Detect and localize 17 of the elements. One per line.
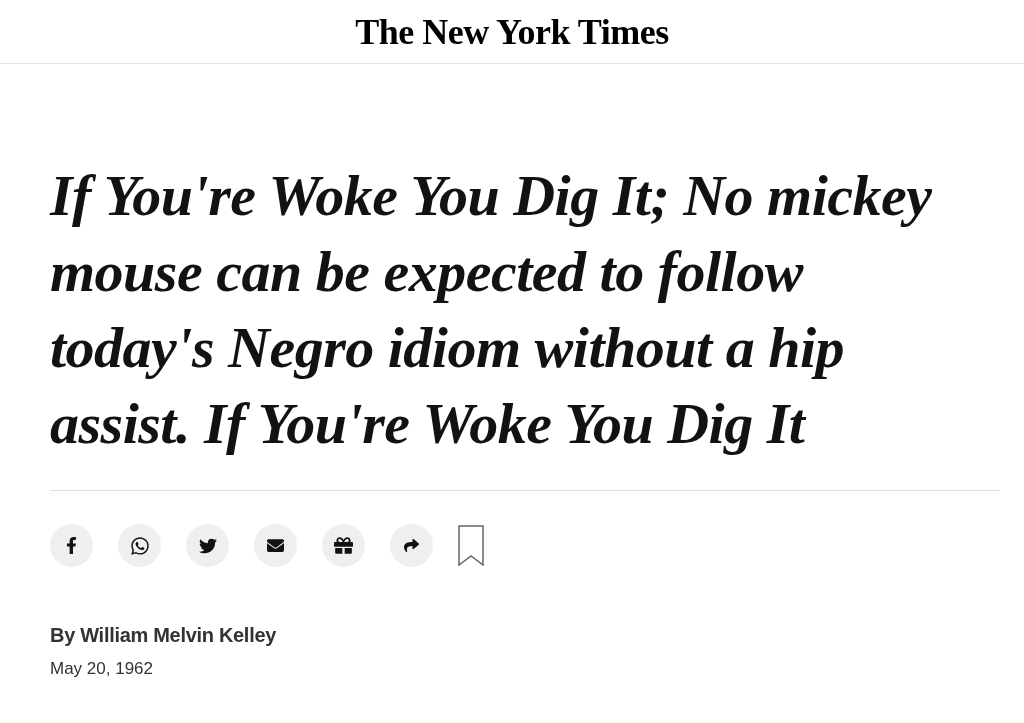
twitter-icon <box>198 536 217 555</box>
whatsapp-icon <box>129 535 150 556</box>
envelope-icon <box>267 537 284 554</box>
whatsapp-share-button[interactable] <box>118 524 161 567</box>
facebook-share-button[interactable] <box>50 524 93 567</box>
email-share-button[interactable] <box>254 524 297 567</box>
publish-date: May 20, 1962 <box>50 658 154 680</box>
article-headline: If You're Woke You Dig It; No mickey mouse can be expected to follow today's Negro idiom without a hip assist. If You're Woke You Dig It <box>50 162 933 458</box>
bookmark-button[interactable] <box>458 525 484 566</box>
gift-icon <box>334 536 353 555</box>
byline-author: By William Melvin Kelley <box>50 623 278 648</box>
share-button[interactable] <box>390 524 433 567</box>
bookmark-icon <box>458 525 484 566</box>
share-arrow-icon <box>404 538 419 553</box>
gift-button[interactable] <box>322 524 365 567</box>
masthead-logo[interactable]: The New York Times <box>355 9 669 54</box>
twitter-share-button[interactable] <box>186 524 229 567</box>
